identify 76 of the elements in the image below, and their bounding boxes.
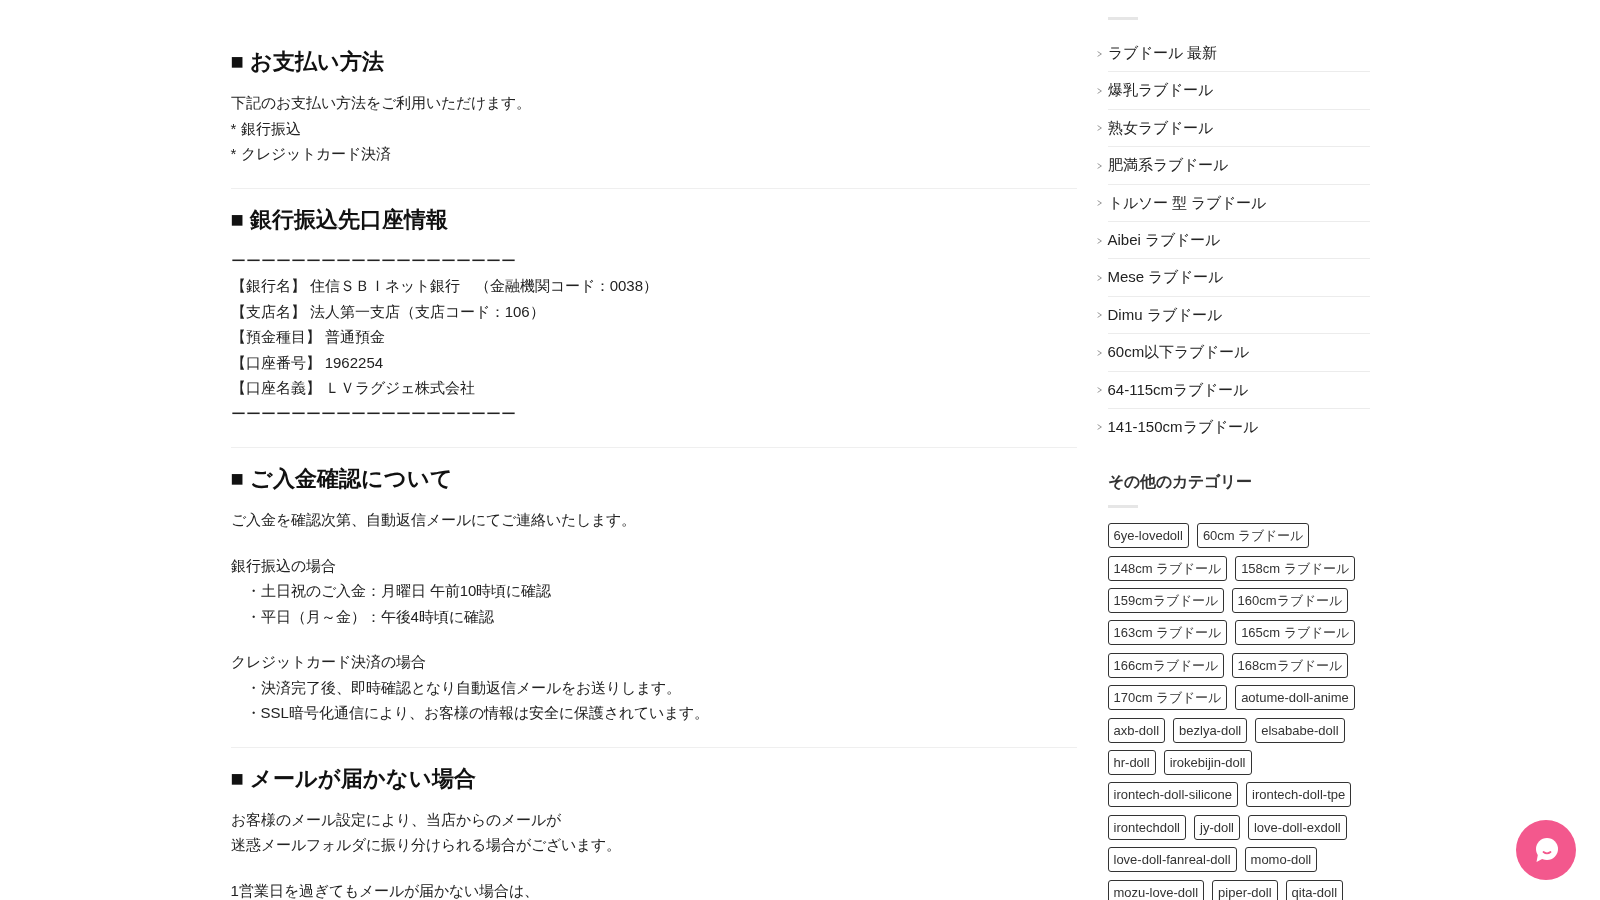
body-text: ご入金を確認次第、自動返信メールにてご連絡いたします。: [230, 510, 636, 530]
category-link[interactable]: 肥満系ラブドール: [1107, 147, 1370, 185]
tag-link[interactable]: mozu-love-doll: [1107, 879, 1205, 900]
tag-link[interactable]: bezlya-doll: [1173, 717, 1248, 743]
category-link[interactable]: 60cm以下ラブドール: [1107, 334, 1370, 372]
tag-link[interactable]: piper-doll: [1212, 879, 1278, 900]
tag-link[interactable]: irontech-doll-tpe: [1246, 782, 1352, 808]
category-link[interactable]: ラブドール 最新: [1107, 35, 1370, 73]
tag-link[interactable]: elsababe-doll: [1255, 717, 1345, 743]
tag-link[interactable]: irontechdoll: [1107, 814, 1186, 840]
bullet-item: ・土日祝のご入金：月曜日 午前10時頃に確認: [245, 581, 552, 601]
tag-link[interactable]: 159cmラブドール: [1107, 588, 1224, 614]
chevron-icon: [1096, 349, 1102, 356]
tag-link[interactable]: aotume-doll-anime: [1235, 685, 1355, 711]
chevron-icon: [1096, 125, 1102, 132]
body-text: 迷惑メールフォルダに振り分けられる場合がございます。: [230, 835, 621, 855]
dashed-separator-text: ーーーーーーーーーーーーーーーーーーー: [230, 250, 516, 271]
tag-link[interactable]: hr-doll: [1107, 750, 1156, 776]
tag-link[interactable]: irokebijin-doll: [1163, 750, 1252, 776]
chat-button[interactable]: [1516, 820, 1576, 880]
tag-link[interactable]: 60cm ラブドール: [1196, 523, 1310, 549]
speech-bubble-icon: [1533, 837, 1559, 863]
chevron-icon: [1096, 237, 1102, 244]
chevron-icon: [1096, 162, 1102, 169]
tag-link[interactable]: 170cm ラブドール: [1107, 685, 1228, 711]
dashed-separator-text: ーーーーーーーーーーーーーーーーーーー: [230, 403, 516, 424]
bullet-item: ・決済完了後、即時確認となり自動返信メールをお送りします。: [245, 677, 681, 698]
body-text: * 銀行振込: [230, 118, 301, 139]
body-text: 銀行振込の場合: [230, 555, 336, 576]
body-text: 【口座番号】 1962254: [230, 352, 384, 373]
body-text: お客様のメール設定により、当店からのメールが: [230, 809, 561, 830]
category-link[interactable]: Dimu ラブドール: [1107, 296, 1370, 335]
tag-link[interactable]: 160cmラブドール: [1231, 588, 1348, 614]
section-heading: ■ メールが届かない場合: [230, 764, 477, 793]
body-text: 1営業日を過ぎてもメールが届かない場合は、: [230, 880, 539, 900]
body-text: 【預金種目】 普通預金: [230, 327, 385, 347]
tag-link[interactable]: axb-doll: [1107, 717, 1166, 743]
section-heading: ■ 銀行振込先口座情報: [230, 205, 449, 234]
body-text: クレジットカード決済の場合: [230, 652, 426, 672]
tag-link[interactable]: 165cm ラブドール: [1235, 620, 1355, 646]
tag-link[interactable]: 158cm ラブドール: [1235, 555, 1355, 581]
chevron-icon: [1096, 88, 1102, 95]
bullet-item: ・平日（月～金）：午後4時頃に確認: [245, 606, 494, 627]
tag-link[interactable]: 166cmラブドール: [1107, 652, 1224, 678]
chevron-icon: [1096, 312, 1102, 319]
chevron-icon: [1096, 424, 1102, 431]
category-link[interactable]: Mese ラブドール: [1107, 259, 1370, 297]
chevron-icon: [1096, 275, 1102, 282]
body-text: 【支店名】 法人第一支店（支店コード：106）: [230, 301, 545, 322]
tag-link[interactable]: love-doll-fanreal-doll: [1107, 847, 1237, 873]
sidebar-heading: その他のカテゴリー: [1107, 472, 1252, 493]
tag-link[interactable]: 148cm ラブドール: [1107, 555, 1228, 581]
section-heading: ■ ご入金確認について: [230, 465, 454, 493]
bullet-item: ・SSL暗号化通信により、お客様の情報は安全に保護されています。: [245, 703, 709, 723]
category-link[interactable]: 爆乳ラブドール: [1107, 72, 1370, 110]
tag-link[interactable]: qita-doll: [1285, 879, 1344, 900]
category-link[interactable]: 64-115cmラブドール: [1107, 371, 1370, 409]
tag-link[interactable]: jy-doll: [1194, 814, 1240, 840]
category-link[interactable]: 熟女ラブドール: [1107, 109, 1370, 148]
tag-link[interactable]: momo-doll: [1244, 847, 1318, 873]
body-text: 下記のお支払い方法をご利用いただけます。: [230, 93, 531, 113]
tag-link[interactable]: 6ye-lovedoll: [1107, 523, 1189, 549]
tag-link[interactable]: irontech-doll-silicone: [1107, 782, 1238, 808]
tag-link[interactable]: 163cm ラブドール: [1107, 620, 1228, 646]
body-text: * クレジットカード決済: [230, 144, 391, 164]
body-text: 【銀行名】 住信ＳＢＩネット銀行 （金融機関コード：0038）: [230, 276, 659, 296]
category-link[interactable]: トルソー 型 ラブドール: [1107, 184, 1370, 222]
section-heading: ■ お支払い方法: [230, 48, 385, 76]
tag-link[interactable]: love-doll-exdoll: [1247, 814, 1347, 840]
category-link[interactable]: 141-150cmラブドール: [1107, 408, 1370, 446]
chevron-icon: [1096, 50, 1102, 57]
category-link[interactable]: Aibei ラブドール: [1107, 221, 1370, 260]
chevron-icon: [1096, 200, 1102, 207]
chevron-icon: [1096, 387, 1102, 394]
body-text: 【口座名義】 ＬＶラグジェ株式会社: [230, 378, 475, 398]
tag-link[interactable]: 168cmラブドール: [1231, 652, 1348, 678]
